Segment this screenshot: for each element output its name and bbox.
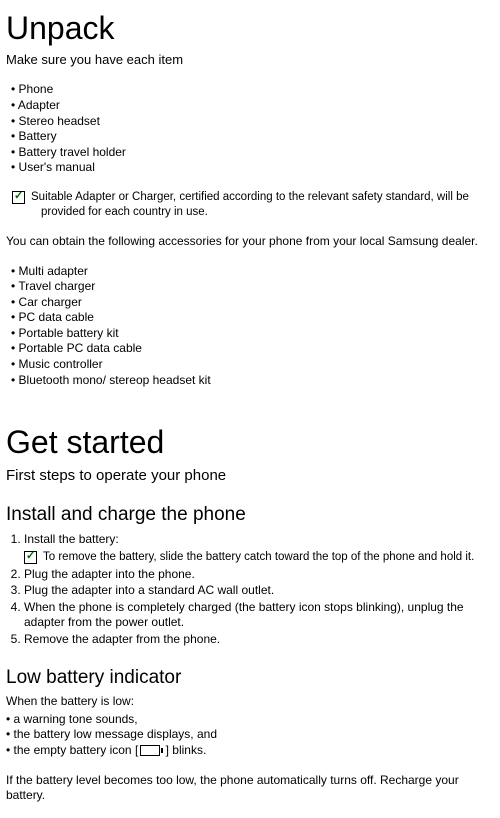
list-item: User's manual: [20, 160, 494, 176]
low-battery-bullet: a warning tone sounds,: [6, 712, 494, 728]
list-item: Stereo headset: [20, 114, 494, 130]
list-item: Phone: [20, 82, 494, 98]
list-item: Battery travel holder: [20, 145, 494, 161]
list-item: When the phone is completely charged (th…: [24, 600, 494, 631]
battery-remove-note-text: To remove the battery, slide the battery…: [43, 550, 474, 565]
list-item: Battery: [20, 129, 494, 145]
unpack-subtitle: Make sure you have each item: [6, 52, 494, 69]
accessories-intro: You can obtain the following accessories…: [6, 234, 494, 250]
list-item: Multi adapter: [20, 264, 494, 280]
list-item: Plug the adapter into a standard AC wall…: [24, 583, 494, 599]
bullet-suffix: ] blinks.: [162, 743, 206, 757]
accessories-list: Multi adapter Travel charger Car charger…: [6, 264, 494, 389]
get-started-subtitle: First steps to operate your phone: [6, 466, 494, 486]
low-battery-outro: If the battery level becomes too low, th…: [6, 773, 494, 804]
unpack-heading: Unpack: [6, 8, 494, 50]
get-started-heading: Get started: [6, 422, 494, 464]
install-heading: Install and charge the phone: [6, 503, 494, 528]
low-battery-bullet: the battery low message displays, and: [6, 727, 494, 743]
list-item: Plug the adapter into the phone.: [24, 567, 494, 583]
step-text: Install the battery:: [24, 532, 119, 546]
low-battery-heading: Low battery indicator: [6, 666, 494, 691]
low-battery-intro: When the battery is low:: [6, 694, 494, 710]
list-item: Travel charger: [20, 279, 494, 295]
list-item: Install the battery: To remove the batte…: [24, 532, 494, 565]
list-item: PC data cable: [20, 310, 494, 326]
list-item: Music controller: [20, 357, 494, 373]
battery-remove-note: To remove the battery, slide the battery…: [24, 550, 494, 565]
adapter-note: Suitable Adapter or Charger, certified a…: [12, 190, 494, 220]
checkmark-icon: [12, 191, 25, 204]
list-item: Portable PC data cable: [20, 341, 494, 357]
unpack-item-list: Phone Adapter Stereo headset Battery Bat…: [6, 82, 494, 176]
list-item: Car charger: [20, 295, 494, 311]
install-steps: Install the battery: To remove the batte…: [6, 532, 494, 648]
adapter-note-text: Suitable Adapter or Charger, certified a…: [31, 190, 494, 220]
checkmark-icon: [24, 551, 37, 564]
low-battery-bullet: the empty battery icon [ ] blinks.: [6, 743, 494, 759]
list-item: Portable battery kit: [20, 326, 494, 342]
list-item: Adapter: [20, 98, 494, 114]
list-item: Remove the adapter from the phone.: [24, 632, 494, 648]
list-item: Bluetooth mono/ stereop headset kit: [20, 373, 494, 389]
bullet-prefix: the empty battery icon [: [14, 743, 139, 757]
battery-empty-icon: [140, 745, 160, 756]
